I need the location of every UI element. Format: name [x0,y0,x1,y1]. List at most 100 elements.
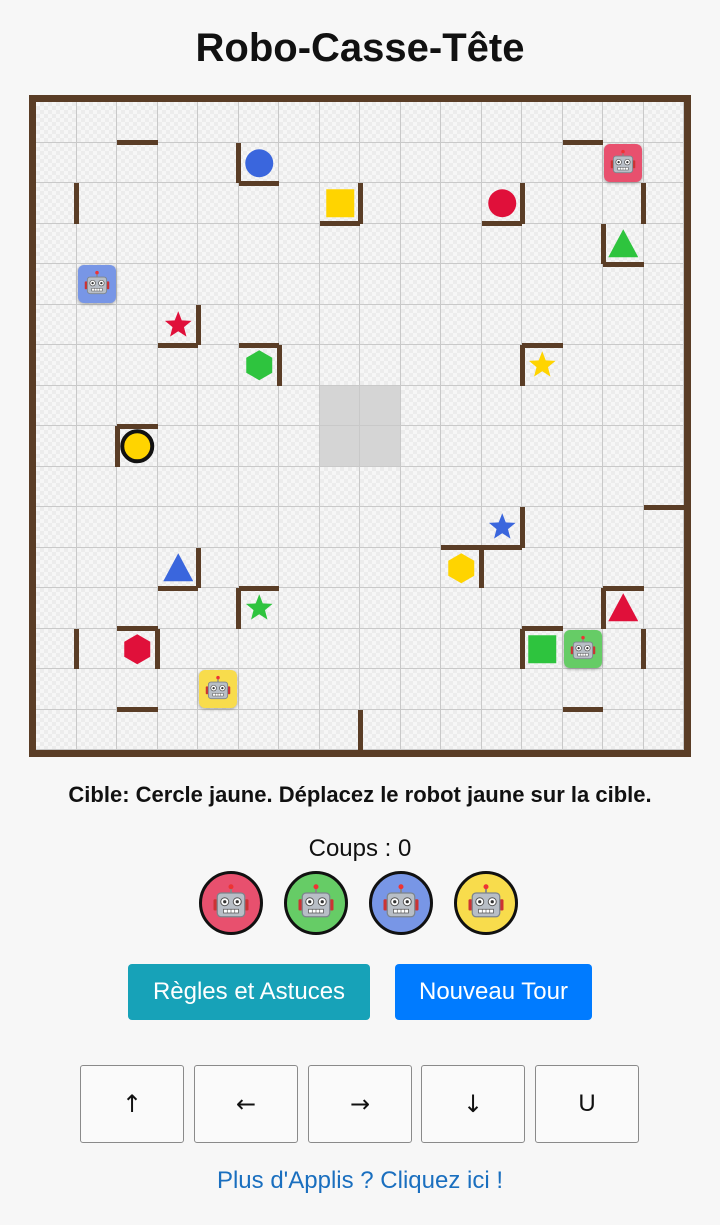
more-apps-link[interactable]: Plus d'Applis ? Cliquez ici ! [0,1167,720,1195]
board-cell[interactable] [522,385,563,426]
select-blue-robot-button[interactable] [369,871,433,935]
board-cell[interactable] [562,547,603,588]
board-cell[interactable] [400,264,441,305]
board-cell[interactable] [481,264,522,305]
board-cell[interactable] [441,264,482,305]
board-cell[interactable] [522,102,563,143]
board-cell[interactable] [643,628,684,669]
board-cell[interactable] [400,588,441,629]
board-cell[interactable] [481,588,522,629]
board-cell[interactable] [481,628,522,669]
board-cell[interactable] [643,183,684,224]
board-cell[interactable] [198,385,239,426]
board-cell[interactable] [562,345,603,386]
board-cell[interactable] [562,142,603,183]
board-cell[interactable] [76,466,117,507]
board-cell[interactable] [117,507,158,548]
board-cell[interactable] [441,669,482,710]
board-cell[interactable] [76,223,117,264]
board-cell[interactable] [279,102,320,143]
board-cell[interactable] [117,547,158,588]
board-cell[interactable] [117,142,158,183]
board-cell[interactable] [400,669,441,710]
board-cell[interactable] [238,385,279,426]
board-cell[interactable] [238,223,279,264]
board-cell[interactable] [279,547,320,588]
board-cell[interactable] [400,223,441,264]
board-cell[interactable] [360,223,401,264]
board-cell[interactable] [360,709,401,750]
board-cell[interactable] [76,183,117,224]
board-cell[interactable] [198,588,239,629]
board-cell[interactable] [441,183,482,224]
board-cell[interactable] [481,142,522,183]
board-cell[interactable] [441,345,482,386]
board-cell[interactable] [157,223,198,264]
board-cell[interactable] [279,709,320,750]
board-cell[interactable] [441,709,482,750]
board-cell[interactable] [279,142,320,183]
board-cell[interactable] [400,142,441,183]
board-cell[interactable] [643,426,684,467]
board-cell[interactable] [76,102,117,143]
board-cell[interactable] [603,264,644,305]
board-cell[interactable] [643,669,684,710]
board-cell[interactable] [562,183,603,224]
board-cell[interactable] [117,223,158,264]
board-cell[interactable] [360,345,401,386]
board-cell[interactable] [238,466,279,507]
board-cell[interactable] [643,547,684,588]
board-cell[interactable] [400,547,441,588]
board-cell[interactable] [360,466,401,507]
board-cell[interactable] [360,264,401,305]
board-cell[interactable] [522,547,563,588]
board-cell[interactable] [198,628,239,669]
board-cell[interactable] [279,264,320,305]
board-cell[interactable] [481,223,522,264]
board-cell[interactable] [441,628,482,669]
board-cell[interactable] [238,264,279,305]
board-cell[interactable] [279,223,320,264]
board-cell[interactable] [279,345,320,386]
board-cell[interactable] [603,547,644,588]
board-cell[interactable] [562,588,603,629]
board-cell[interactable] [319,264,360,305]
board-cell[interactable] [117,588,158,629]
board-cell[interactable] [400,183,441,224]
board-cell[interactable] [319,669,360,710]
board-cell[interactable] [157,345,198,386]
board-cell[interactable] [522,588,563,629]
board-cell[interactable] [36,385,77,426]
board-cell[interactable] [36,466,77,507]
board-cell[interactable] [279,507,320,548]
board-cell[interactable] [441,466,482,507]
board-cell[interactable] [157,669,198,710]
board-cell[interactable] [279,669,320,710]
board-cell[interactable] [481,709,522,750]
board-cell[interactable] [481,669,522,710]
board-cell[interactable] [481,547,522,588]
board-cell[interactable] [400,709,441,750]
board-cell[interactable] [643,588,684,629]
board-cell[interactable] [643,264,684,305]
board-cell[interactable] [562,709,603,750]
board-cell[interactable] [117,102,158,143]
board-cell[interactable] [36,628,77,669]
board-cell[interactable] [319,223,360,264]
board-cell[interactable] [562,102,603,143]
board-cell[interactable] [360,507,401,548]
blue-robot[interactable] [77,265,116,304]
board-cell[interactable] [643,223,684,264]
board-cell[interactable] [36,223,77,264]
center-cell[interactable] [360,385,401,426]
board-cell[interactable] [198,466,239,507]
board-cell[interactable] [76,142,117,183]
board-cell[interactable] [319,142,360,183]
board-cell[interactable] [603,709,644,750]
board-cell[interactable] [198,345,239,386]
board-cell[interactable] [360,628,401,669]
board-cell[interactable] [522,183,563,224]
move-up-button[interactable]: ↑ [80,1065,184,1143]
board-cell[interactable] [481,385,522,426]
center-cell[interactable] [319,426,360,467]
